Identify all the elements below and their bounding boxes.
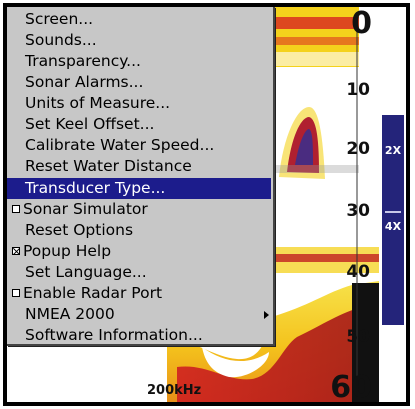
frequency-label: 200kHz [147,383,202,398]
menu-item-label: Reset Options [25,221,134,239]
menu-item-sonar-simulator[interactable]: Sonar Simulator [7,199,271,220]
menu-item-sonar-alarms[interactable]: Sonar Alarms... [7,72,271,93]
menu-item-transducer-type[interactable]: Transducer Type... [7,178,271,199]
menu-item-label: Units of Measure... [25,94,171,112]
depth-label-30: 30 [346,201,370,221]
settings-menu: Screen... Sounds... Transparency... Sona… [7,7,275,346]
submenu-arrow-icon [264,311,269,319]
sonar-screen: 0 10 20 30 40 50 60 200kHz 2X 4X Screen.… [7,7,406,402]
depth-label-50: 50 [346,327,370,347]
menu-item-label: Sounds... [25,31,97,49]
menu-item-software-information[interactable]: Software Information... [7,325,271,346]
menu-item-set-keel-offset[interactable]: Set Keel Offset... [7,114,271,135]
menu-item-nmea-2000[interactable]: NMEA 2000 [7,304,271,325]
menu-item-units-of-measure[interactable]: Units of Measure... [7,93,271,114]
menu-item-label: Popup Help [23,242,112,260]
menu-item-set-language[interactable]: Set Language... [7,262,271,283]
menu-item-transparency[interactable]: Transparency... [7,51,271,72]
menu-item-reset-options[interactable]: Reset Options [7,220,271,241]
menu-item-reset-water-distance[interactable]: Reset Water Distance [7,156,271,177]
menu-item-popup-help[interactable]: Popup Help [7,241,271,262]
depth-label-0: 0 [351,7,372,41]
menu-item-label: Transducer Type... [25,179,166,197]
menu-item-calibrate-water-speed[interactable]: Calibrate Water Speed... [7,135,271,156]
depth-label-60: 60 [330,370,372,403]
checkbox-icon[interactable] [12,205,20,213]
surface-clutter [269,7,359,67]
menu-item-label: Set Keel Offset... [25,115,155,133]
menu-item-label: Reset Water Distance [25,157,192,175]
menu-item-label: Sonar Alarms... [25,73,144,91]
menu-item-enable-radar-port[interactable]: Enable Radar Port [7,283,271,304]
menu-item-label: NMEA 2000 [25,305,115,323]
zoom-separator [385,211,401,213]
device-frame: 0 10 20 30 40 50 60 200kHz 2X 4X Screen.… [3,3,410,406]
zoom-4x-label: 4X [384,220,402,233]
checkbox-checked-icon[interactable] [12,247,20,255]
depth-label-20: 20 [346,139,370,159]
menu-item-label: Calibrate Water Speed... [25,136,215,154]
menu-item-label: Screen... [25,10,94,28]
menu-item-screen[interactable]: Screen... [7,9,271,30]
zoom-2x-label: 2X [384,144,402,157]
menu-item-label: Sonar Simulator [23,200,148,218]
zoom-bar[interactable]: 2X 4X [382,115,404,325]
depth-label-10: 10 [346,80,370,100]
menu-item-label: Transparency... [25,52,141,70]
menu-item-label: Software Information... [25,326,203,344]
menu-item-label: Set Language... [25,263,147,281]
depth-label-40: 40 [346,262,370,282]
menu-item-sounds[interactable]: Sounds... [7,30,271,51]
checkbox-icon[interactable] [12,289,20,297]
menu-item-label: Enable Radar Port [23,284,163,302]
